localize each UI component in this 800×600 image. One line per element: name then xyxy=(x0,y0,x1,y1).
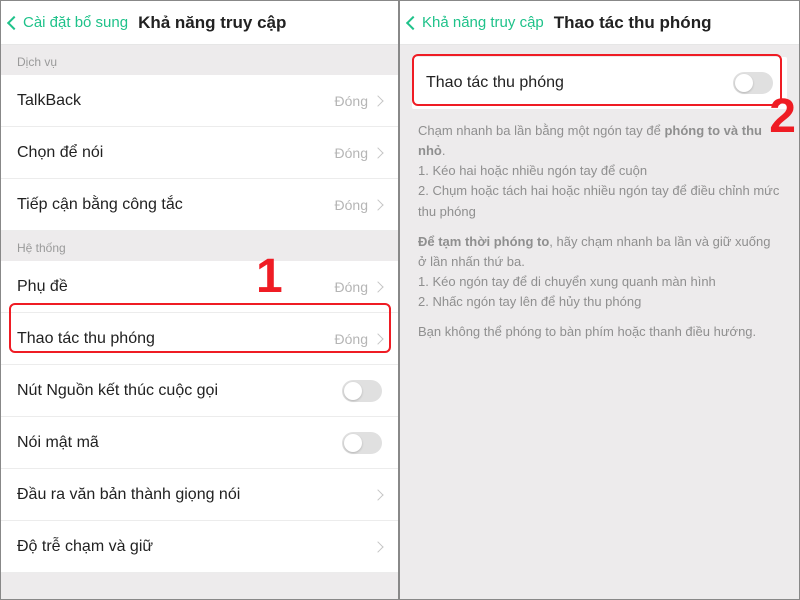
chevron-left-icon xyxy=(7,15,21,29)
row-status: Đóng xyxy=(335,93,368,109)
row-label: Phụ đề xyxy=(17,278,68,296)
row-captions[interactable]: Phụ đề Đóng xyxy=(1,261,398,313)
chevron-right-icon xyxy=(372,333,383,344)
row-magnification[interactable]: Thao tác thu phóng Đóng xyxy=(1,313,398,365)
toggle-off[interactable] xyxy=(342,380,382,402)
row-label: Nút Nguồn kết thúc cuộc gọi xyxy=(17,382,218,400)
chevron-right-icon xyxy=(372,147,383,158)
toggle-off[interactable] xyxy=(342,432,382,454)
section-system: Hệ thống xyxy=(1,231,398,261)
chevron-left-icon xyxy=(406,15,420,29)
row-label: Chọn để nói xyxy=(17,144,103,162)
description-text: Chạm nhanh ba lần bằng một ngón tay để p… xyxy=(400,109,799,364)
header: Cài đặt bổ sung Khả năng truy cập xyxy=(1,1,398,45)
row-touch-hold-delay[interactable]: Độ trễ chạm và giữ xyxy=(1,521,398,573)
screen-accessibility-list: Cài đặt bổ sung Khả năng truy cập Dịch v… xyxy=(1,1,400,599)
row-speak-password[interactable]: Nói mật mã xyxy=(1,417,398,469)
row-label: Nói mật mã xyxy=(17,434,99,452)
row-label: Thao tác thu phóng xyxy=(426,74,564,92)
chevron-right-icon xyxy=(372,281,383,292)
back-button[interactable]: Khả năng truy cập xyxy=(408,14,544,31)
back-label: Khả năng truy cập xyxy=(422,14,544,31)
page-title: Thao tác thu phóng xyxy=(554,13,712,33)
row-label: Tiếp cận bằng công tắc xyxy=(17,196,183,214)
back-label: Cài đặt bổ sung xyxy=(23,14,128,31)
page-title: Khả năng truy cập xyxy=(138,13,286,33)
row-label: Độ trễ chạm và giữ xyxy=(17,538,153,556)
chevron-right-icon xyxy=(372,541,383,552)
row-talkback[interactable]: TalkBack Đóng xyxy=(1,75,398,127)
row-status: Đóng xyxy=(335,145,368,161)
row-status: Đóng xyxy=(335,197,368,213)
chevron-right-icon xyxy=(372,199,383,210)
annotation-number: 2 xyxy=(769,89,796,144)
row-label: Đầu ra văn bản thành giọng nói xyxy=(17,486,240,504)
row-select-to-speak[interactable]: Chọn để nói Đóng xyxy=(1,127,398,179)
row-label: Thao tác thu phóng xyxy=(17,330,155,348)
row-status: Đóng xyxy=(335,331,368,347)
row-label: TalkBack xyxy=(17,92,81,110)
row-power-end-call[interactable]: Nút Nguồn kết thúc cuộc gọi xyxy=(1,365,398,417)
row-magnification-toggle[interactable]: Thao tác thu phóng xyxy=(412,57,787,109)
header: Khả năng truy cập Thao tác thu phóng xyxy=(400,1,799,45)
row-switch-access[interactable]: Tiếp cận bằng công tắc Đóng xyxy=(1,179,398,231)
chevron-right-icon xyxy=(372,95,383,106)
screen-magnification-detail: Khả năng truy cập Thao tác thu phóng Tha… xyxy=(400,1,799,599)
annotation-number: 1 xyxy=(256,249,283,304)
section-service: Dịch vụ xyxy=(1,45,398,75)
toggle-off[interactable] xyxy=(733,72,773,94)
row-tts-output[interactable]: Đầu ra văn bản thành giọng nói xyxy=(1,469,398,521)
chevron-right-icon xyxy=(372,489,383,500)
back-button[interactable]: Cài đặt bổ sung xyxy=(9,14,128,31)
row-status: Đóng xyxy=(335,279,368,295)
